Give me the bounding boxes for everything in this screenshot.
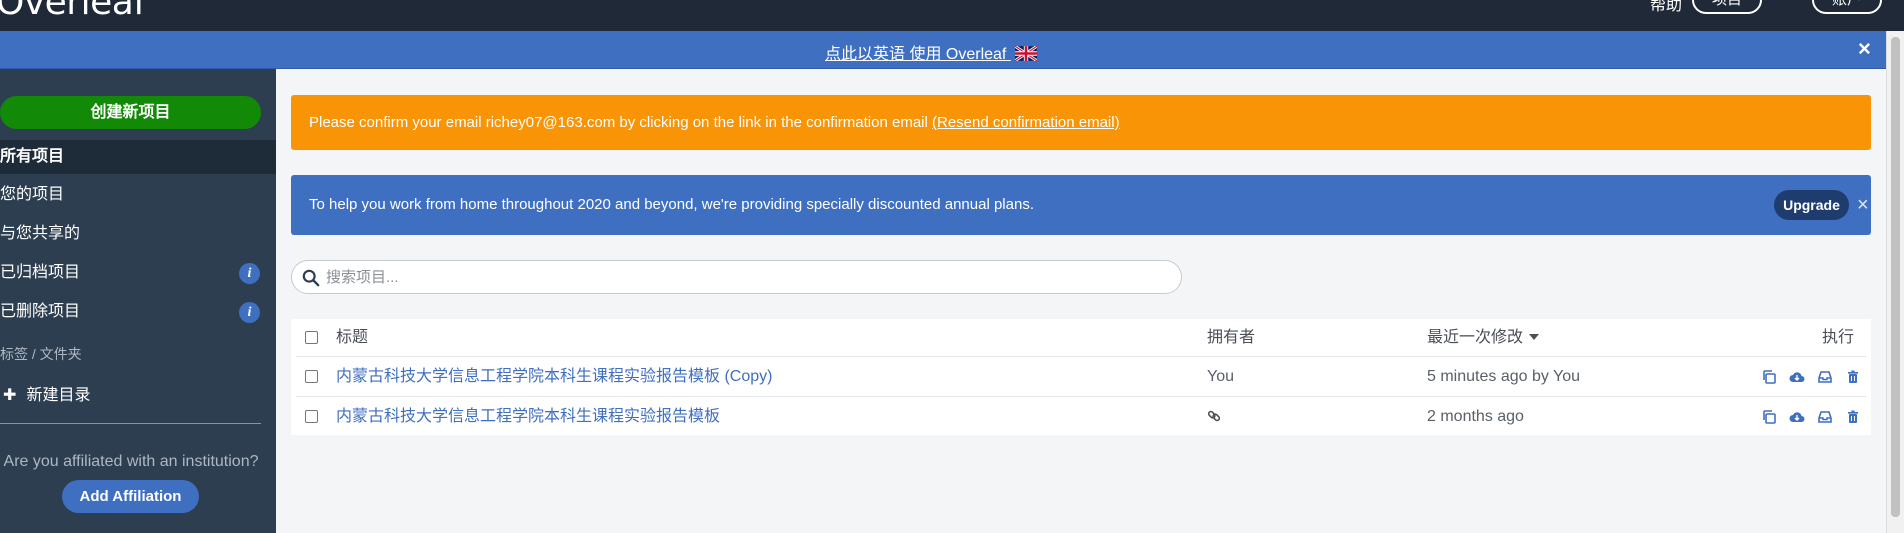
sidebar-item-label: 与您共享的 — [0, 225, 81, 242]
nav-projects-button[interactable]: 项目 — [1692, 0, 1762, 14]
project-owner-shared — [1207, 397, 1221, 437]
sidebar-item-deleted[interactable]: 已删除项目 i — [0, 295, 276, 329]
scrollbar-thumb[interactable] — [1891, 37, 1900, 517]
sidebar-item-shared[interactable]: 与您共享的 — [0, 217, 276, 251]
add-affiliation-button[interactable]: Add Affiliation — [62, 480, 199, 513]
close-promo-button[interactable]: × — [1857, 175, 1869, 235]
promo-text: To help you work from home throughout 20… — [309, 196, 1034, 213]
top-navbar: Overleaf 帮助 项目 账户 — [0, 0, 1904, 31]
archive-icon[interactable] — [1817, 409, 1833, 425]
promo-alert: To help you work from home throughout 20… — [291, 175, 1871, 235]
row-actions — [1761, 369, 1861, 385]
trash-icon[interactable] — [1845, 369, 1861, 385]
search-input[interactable] — [326, 266, 1166, 288]
nav-account-button[interactable]: 账户 — [1812, 0, 1882, 14]
row-actions — [1761, 409, 1861, 425]
search-bar — [291, 260, 1182, 294]
link-icon — [1207, 410, 1221, 422]
row-checkbox[interactable] — [305, 410, 318, 423]
plus-icon: ✚ — [3, 387, 17, 404]
page-scrollbar[interactable] — [1886, 31, 1904, 533]
switch-language-text: 点此以英语 使用 Overleaf — [825, 46, 1007, 63]
project-owner: You — [1207, 368, 1234, 385]
new-folder-label: 新建目录 — [26, 387, 91, 404]
sidebar-item-label: 已删除项目 — [0, 303, 81, 320]
project-table: 标题 拥有者 最近一次修改 执行 内蒙古科技大学信息工程学院本科生课程实验报告模… — [291, 319, 1871, 435]
upgrade-button[interactable]: Upgrade — [1774, 190, 1849, 220]
uk-flag-icon — [1014, 46, 1037, 61]
sidebar-item-label: 所有项目 — [0, 148, 65, 165]
search-icon — [302, 269, 320, 287]
switch-language-link[interactable]: 点此以英语 使用 Overleaf — [825, 40, 1037, 64]
project-title-link[interactable]: 内蒙古科技大学信息工程学院本科生课程实验报告模板 — [336, 397, 720, 437]
download-icon[interactable] — [1789, 409, 1805, 425]
select-all-checkbox[interactable] — [305, 331, 318, 344]
email-confirm-text: Please confirm your email richey07@163.c… — [309, 114, 933, 131]
tags-folders-heading: 标签 / 文件夹 — [0, 346, 82, 362]
copy-icon[interactable] — [1761, 409, 1777, 425]
row-checkbox[interactable] — [305, 370, 318, 383]
sidebar-item-your-projects[interactable]: 您的项目 — [0, 178, 276, 212]
email-confirm-alert: Please confirm your email richey07@163.c… — [291, 95, 1871, 150]
sidebar-item-label: 您的项目 — [0, 186, 65, 203]
new-project-button[interactable]: 创建新项目 — [0, 96, 261, 129]
column-header-modified[interactable]: 最近一次修改 — [1427, 319, 1540, 356]
sidebar-item-all-projects[interactable]: 所有项目 — [0, 140, 276, 174]
column-header-owner[interactable]: 拥有者 — [1207, 319, 1255, 356]
sort-caret-icon — [1529, 334, 1540, 340]
project-modified: 2 months ago — [1427, 408, 1524, 425]
column-header-modified-label: 最近一次修改 — [1427, 329, 1524, 346]
new-folder-button[interactable]: ✚ 新建目录 — [0, 381, 90, 405]
close-language-banner-button[interactable]: × — [1858, 36, 1871, 62]
project-title-link[interactable]: 内蒙古科技大学信息工程学院本科生课程实验报告模板 (Copy) — [336, 357, 772, 397]
language-banner: 点此以英语 使用 Overleaf × — [0, 31, 1886, 69]
sidebar-item-archived[interactable]: 已归档项目 i — [0, 256, 276, 290]
column-header-actions: 执行 — [1822, 329, 1855, 346]
archive-icon[interactable] — [1817, 369, 1833, 385]
sidebar: 创建新项目 所有项目 您的项目 与您共享的 已归档项目 i 已删除项目 i 标签… — [0, 69, 276, 533]
info-icon[interactable]: i — [239, 263, 260, 284]
affiliation-question: Are you affiliated with an institution? — [3, 453, 259, 470]
info-icon[interactable]: i — [239, 302, 260, 323]
trash-icon[interactable] — [1845, 409, 1861, 425]
copy-icon[interactable] — [1761, 369, 1777, 385]
sidebar-item-label: 已归档项目 — [0, 264, 81, 281]
overleaf-logo[interactable]: Overleaf — [0, 0, 146, 23]
sidebar-divider — [0, 423, 261, 424]
project-modified: 5 minutes ago by You — [1427, 368, 1581, 385]
resend-confirmation-link[interactable]: (Resend confirmation email) — [932, 114, 1120, 131]
nav-help-link[interactable]: 帮助 — [1650, 0, 1682, 15]
download-icon[interactable] — [1789, 369, 1805, 385]
main-content: Please confirm your email richey07@163.c… — [276, 69, 1886, 533]
column-header-title[interactable]: 标题 — [336, 319, 368, 356]
